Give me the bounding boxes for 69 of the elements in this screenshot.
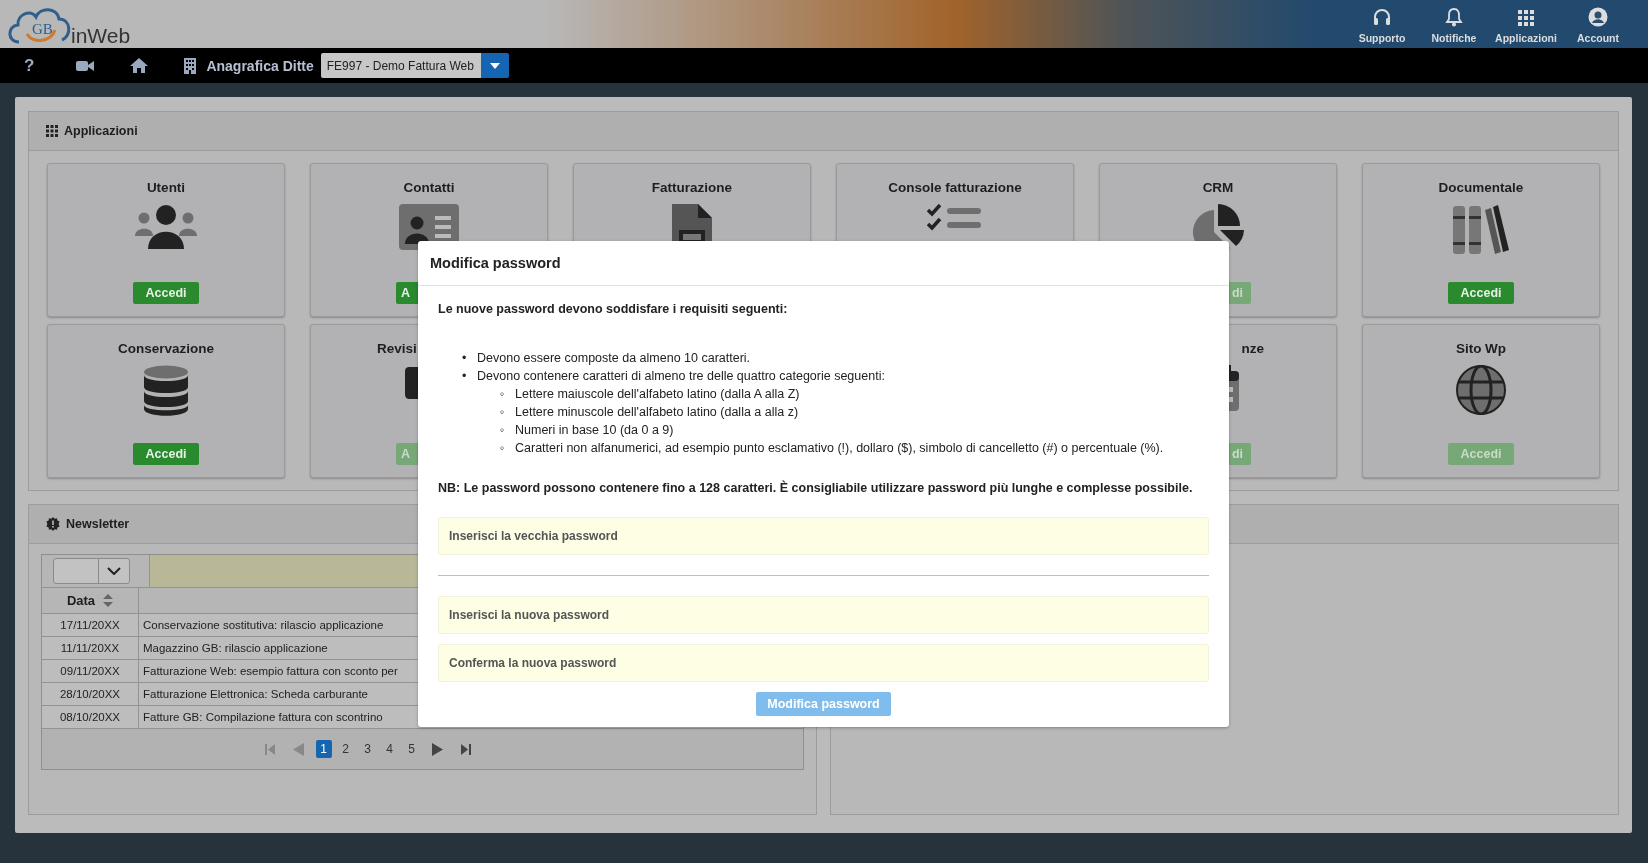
grid-icon xyxy=(1517,9,1535,27)
app-title: Console fatturazione xyxy=(888,180,1022,197)
account-icon xyxy=(1588,7,1608,27)
password-field[interactable]: Inserisci la vecchia password xyxy=(438,517,1209,555)
video-camera-icon[interactable] xyxy=(76,59,95,72)
logo-name: inWeb xyxy=(71,25,131,46)
globe-icon xyxy=(1456,365,1506,415)
building-icon xyxy=(184,57,197,74)
next-page-icon[interactable] xyxy=(431,742,443,756)
page-button[interactable]: 3 xyxy=(359,740,376,758)
chevron-down-icon xyxy=(107,567,121,575)
users-icon xyxy=(134,204,198,250)
app-title: Fatturazione xyxy=(651,180,733,197)
nav-button[interactable]: Notifiche xyxy=(1420,0,1488,48)
access-button[interactable]: Accedi xyxy=(1448,282,1514,304)
requirement-text: Lettere maiuscole dell'alfabeto latino (dalla A alla Z) xyxy=(515,386,800,403)
page-button[interactable]: 5 xyxy=(403,740,420,758)
app-title: nze xyxy=(1241,341,1264,358)
requirement-text: Devono contenere caratteri di almeno tre delle quattro categorie seguenti: xyxy=(477,368,885,385)
access-button[interactable]: Accedi xyxy=(133,443,199,465)
access-button[interactable]: Accedi xyxy=(133,282,199,304)
app-title: CRM xyxy=(1202,180,1234,197)
bullet: ◦ xyxy=(500,404,506,421)
dialog-title: Modifica password xyxy=(430,255,561,271)
password-field[interactable]: Inserisci la nuova password xyxy=(438,596,1209,634)
last-page-icon[interactable] xyxy=(460,743,471,755)
requirement-text: Numeri in base 10 (da 0 a 9) xyxy=(515,422,674,439)
page-button[interactable]: 2 xyxy=(337,740,354,758)
page-button[interactable]: 4 xyxy=(381,740,398,758)
caret-icon xyxy=(489,62,500,69)
date-cell: 09/11/20XX xyxy=(42,660,139,682)
requirement-text: Caratteri non alfanumerici, ad esempio punto esclamativo (!), dollaro ($), simbolo di cancelletto (#) o percentuale (%). xyxy=(515,440,1164,457)
note-text: NB: Le password possono contenere fino a 128 caratteri. È consigliabile utilizzare password più lunghe e complesse possibile. xyxy=(438,481,1194,495)
requirements-heading: Le nuove password devono soddisfare i requisiti seguenti: xyxy=(438,302,789,316)
bell-icon xyxy=(1445,7,1463,27)
date-cell: 08/10/20XX xyxy=(42,706,139,728)
database-icon xyxy=(143,365,189,417)
nav-button[interactable]: Account xyxy=(1564,0,1632,48)
sort-icon[interactable] xyxy=(103,593,114,608)
app-title: Documentale xyxy=(1438,180,1524,197)
date-cell: 17/11/20XX xyxy=(42,614,139,636)
app-title: Utenti xyxy=(146,180,186,197)
date-cell: 28/10/20XX xyxy=(42,683,139,705)
password-field[interactable]: Conferma la nuova password xyxy=(438,644,1209,682)
page-button[interactable]: 1 xyxy=(315,740,332,758)
bullet: ◦ xyxy=(500,386,506,403)
panel-title: Newsletter xyxy=(66,517,130,531)
nav-button[interactable]: Supporto xyxy=(1348,0,1416,48)
bullet: ◦ xyxy=(500,440,506,457)
app-title: Contatti xyxy=(403,180,455,197)
home-icon[interactable] xyxy=(130,58,149,73)
date-cell: 11/11/20XX xyxy=(42,637,139,659)
help-button[interactable]: ? xyxy=(24,55,35,76)
bullet: ◦ xyxy=(500,422,506,439)
column-header[interactable]: Data xyxy=(66,593,96,608)
app-title: Sito Wp xyxy=(1455,341,1507,358)
app-title: Conservazione xyxy=(118,341,214,358)
bullet: • xyxy=(462,368,468,385)
bullet: • xyxy=(462,350,468,367)
company-label: Anagrafica Ditte xyxy=(206,57,314,74)
requirement-text: Lettere minuscole dell'alfabeto latino (dalla a alla z) xyxy=(515,404,799,421)
requirement-text: Devono essere composte da almeno 10 caratteri. xyxy=(477,350,751,367)
app-title: Revisi xyxy=(377,341,417,358)
nav-button[interactable]: Applicazioni xyxy=(1492,0,1560,48)
books-icon xyxy=(1451,204,1511,256)
headset-icon xyxy=(1372,7,1392,27)
grid-icon xyxy=(46,125,58,137)
panel-title: Applicazioni xyxy=(64,124,138,138)
badge-icon xyxy=(46,517,60,531)
